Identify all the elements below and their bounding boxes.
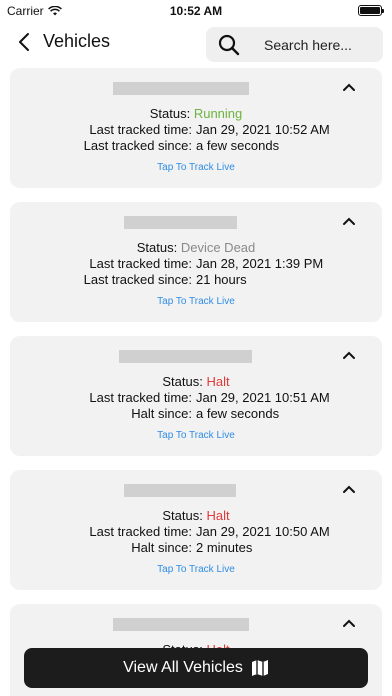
map-icon [251,660,268,676]
search-icon [218,34,240,56]
vehicle-name-redacted [113,618,249,631]
page-title: Vehicles [43,31,111,51]
status-line: Status: Running [10,106,382,121]
status-line: Status: Halt [10,374,382,389]
vehicle-name-redacted [119,350,252,363]
halt-since-label: Halt since: [131,406,192,421]
last-tracked-time-value: Jan 29, 2021 10:51 AM [196,390,330,405]
search-placeholder: Search here... [264,37,352,53]
last-tracked-time-value: Jan 29, 2021 10:50 AM [196,524,330,539]
last-tracked-since-value: a few seconds [196,138,280,153]
vehicle-card[interactable]: Status: Device Dead Last tracked time: J… [10,202,382,322]
search-field[interactable]: Search here... [206,27,383,62]
nav-header: Vehicles Search here... [0,24,392,66]
status-value: Halt [206,374,230,389]
track-live-link[interactable]: Tap To Track Live [10,296,382,307]
status-value: Halt [206,508,230,523]
view-all-vehicles-button[interactable]: View All Vehicles [24,648,368,688]
last-tracked-time-label: Last tracked time: [89,524,192,539]
chevron-up-icon[interactable] [342,350,356,360]
chevron-up-icon[interactable] [342,82,356,92]
last-tracked-time-value: Jan 28, 2021 1:39 PM [196,256,324,271]
last-tracked-time-label: Last tracked time: [89,256,192,271]
halt-since-label: Halt since: [131,540,192,555]
track-live-link[interactable]: Tap To Track Live [10,564,382,575]
status-label: Status: [136,240,178,255]
clock: 10:52 AM [169,4,223,18]
track-live-link[interactable]: Tap To Track Live [10,430,382,441]
status-line: Status: Halt [10,508,382,523]
last-tracked-since-label: Last tracked since: [83,138,192,153]
vehicle-card[interactable]: Status: Halt Last tracked time: Jan 29, … [10,470,382,590]
chevron-up-icon[interactable] [342,484,356,494]
halt-since-value: 2 minutes [196,540,253,555]
chevron-left-icon [19,33,29,51]
vehicle-card[interactable]: Status: Running Last tracked time: Jan 2… [10,68,382,188]
battery-icon [358,5,384,16]
last-tracked-since-label: Last tracked since: [83,272,192,287]
vehicle-name-redacted [124,216,237,229]
status-label: Status: [149,106,191,121]
status-label: Status: [162,374,203,389]
track-live-link[interactable]: Tap To Track Live [10,162,382,173]
status-value: Running [193,106,243,121]
last-tracked-time-label: Last tracked time: [89,390,192,405]
status-bar: Carrier 10:52 AM [0,0,392,22]
status-label: Status: [162,508,203,523]
view-all-label: View All Vehicles [123,659,243,676]
vehicle-name-redacted [124,484,236,497]
vehicle-card[interactable]: Status: Halt Last tracked time: Jan 29, … [10,336,382,456]
chevron-up-icon[interactable] [342,618,356,628]
status-value: Device Dead [180,240,256,255]
last-tracked-time-value: Jan 29, 2021 10:52 AM [196,122,330,137]
status-line: Status: Device Dead [10,240,382,255]
halt-since-value: a few seconds [196,406,280,421]
back-button[interactable] [14,30,34,54]
last-tracked-since-value: 21 hours [196,272,247,287]
chevron-up-icon[interactable] [342,216,356,226]
vehicle-name-redacted [113,82,249,95]
last-tracked-time-label: Last tracked time: [89,122,192,137]
